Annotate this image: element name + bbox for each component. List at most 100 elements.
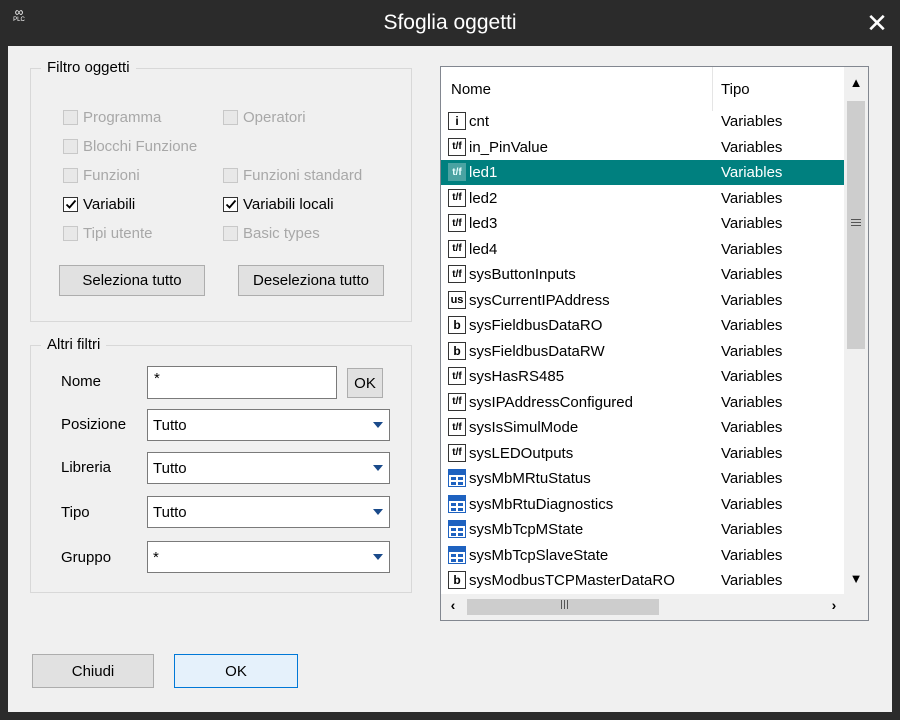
item-name: sysButtonInputs — [469, 266, 576, 283]
checkbox-programma[interactable]: Programma — [63, 107, 161, 127]
list-item[interactable]: b sysModbusTCPMasterDataRO Variables — [441, 568, 844, 593]
boolean-type-icon: t/f — [448, 418, 466, 436]
checkbox-funzioni[interactable]: Funzioni — [63, 165, 140, 185]
list-item[interactable]: t/f sysButtonInputs Variables — [441, 262, 844, 287]
gruppo-select[interactable]: * — [147, 541, 390, 573]
item-name: sysFieldbusDataRO — [469, 317, 603, 334]
list-item[interactable]: t/f in_PinValue Variables — [441, 135, 844, 160]
chevron-down-icon — [373, 554, 383, 560]
select-all-button[interactable]: Seleziona tutto — [59, 265, 205, 296]
list-item[interactable]: b sysFieldbusDataRW Variables — [441, 339, 844, 364]
gruppo-label: Gruppo — [61, 549, 112, 566]
tipo-select[interactable]: Tutto — [147, 496, 390, 528]
boolean-type-icon: t/f — [448, 443, 466, 462]
nome-ok-button[interactable]: OK — [347, 368, 383, 398]
item-type: Variables — [721, 240, 783, 258]
struct-type-icon — [448, 494, 466, 513]
checkbox-box[interactable] — [63, 167, 78, 183]
scroll-right-icon[interactable]: › — [824, 597, 844, 613]
horizontal-scrollbar[interactable]: ‹ › — [441, 594, 844, 620]
item-type: Variables — [721, 419, 783, 436]
column-header-nome[interactable]: Nome — [451, 81, 491, 98]
checkbox-basic-types[interactable]: Basic types — [223, 223, 320, 243]
list-header: Nome Tipo — [441, 67, 844, 111]
item-type: Variables — [721, 164, 783, 181]
checkbox-box[interactable] — [63, 109, 78, 125]
libreria-label: Libreria — [61, 459, 112, 476]
checkmark-icon — [225, 199, 236, 209]
checkbox-box[interactable] — [223, 196, 238, 212]
boolean-type-icon: t/f — [448, 367, 466, 385]
posizione-label: Posizione — [61, 416, 127, 433]
posizione-select[interactable]: Tutto — [147, 409, 390, 441]
checkbox-variabili-locali[interactable]: Variabili locali — [223, 194, 334, 214]
list-item[interactable]: sysMbTcpSlaveState Variables — [441, 543, 844, 568]
altri-filtri-group: Altri filtri Nome * OK Posizione Tutto L… — [30, 336, 412, 593]
list-item[interactable]: t/f sysLEDOutputs Variables — [441, 441, 844, 466]
column-header-tipo[interactable]: Tipo — [721, 81, 750, 98]
ok-button[interactable]: OK — [174, 654, 298, 688]
checkbox-box[interactable] — [223, 109, 238, 125]
list-item[interactable]: t/f led4 Variables — [441, 237, 844, 262]
item-type: Variables — [721, 444, 783, 462]
boolean-type-icon: t/f — [448, 392, 466, 411]
list-item[interactable]: us sysCurrentIPAddress Variables — [441, 288, 844, 313]
list-item[interactable]: sysMbRtuDiagnostics Variables — [441, 492, 844, 517]
checkbox-box[interactable] — [63, 138, 78, 154]
nome-input[interactable]: * — [147, 366, 337, 399]
checkbox-label: Programma — [83, 108, 162, 126]
checkbox-box[interactable] — [223, 225, 238, 241]
checkbox-funzioni-standard[interactable]: Funzioni standard — [223, 165, 362, 185]
list-item[interactable]: t/f led1 Variables — [441, 160, 844, 185]
item-name: in_PinValue — [469, 138, 548, 156]
checkbox-label: Blocchi Funzione — [83, 137, 198, 155]
boolean-type-icon: t/f — [448, 163, 466, 181]
item-name: sysMbRtuDiagnostics — [469, 495, 614, 513]
gruppo-value: * — [153, 549, 159, 566]
item-type: Variables — [721, 317, 783, 334]
checkbox-box[interactable] — [63, 225, 78, 241]
column-separator[interactable] — [712, 67, 713, 111]
item-type: Variables — [721, 138, 783, 156]
item-name: sysMbTcpMState — [469, 521, 584, 538]
checkbox-blocchi-funzione[interactable]: Blocchi Funzione — [63, 136, 197, 156]
byte-type-icon: b — [448, 341, 466, 360]
objects-list[interactable]: Nome Tipo i cnt Variables t/f in_PinValue Var… — [440, 66, 869, 621]
list-item[interactable]: i cnt Variables — [441, 109, 844, 134]
title-bar: ∞ PLC Sfoglia oggetti ✕ — [0, 0, 900, 46]
item-type: Variables — [721, 291, 783, 309]
checkbox-operatori[interactable]: Operatori — [223, 107, 306, 127]
list-item[interactable]: t/f sysHasRS485 Variables — [441, 364, 844, 389]
libreria-select[interactable]: Tutto — [147, 452, 390, 484]
tipo-value: Tutto — [153, 504, 187, 521]
libreria-value: Tutto — [153, 460, 187, 477]
list-item[interactable]: sysMbTcpMState Variables — [441, 517, 844, 542]
checkbox-tipi-utente[interactable]: Tipi utente — [63, 223, 153, 243]
item-type: Variables — [721, 546, 783, 564]
vertical-scrollbar[interactable]: ▲ ▼ — [844, 67, 868, 595]
altri-filtri-title: Altri filtri — [41, 336, 107, 353]
list-item[interactable]: t/f sysIPAddressConfigured Variables — [441, 390, 844, 415]
scroll-up-icon[interactable]: ▲ — [844, 75, 868, 97]
item-type: Variables — [721, 521, 783, 538]
list-item[interactable]: b sysFieldbusDataRO Variables — [441, 313, 844, 338]
window-title: Sfoglia oggetti — [383, 11, 517, 34]
scroll-grip-icon — [851, 219, 861, 228]
checkbox-box[interactable] — [63, 196, 78, 212]
struct-type-icon — [448, 469, 466, 487]
list-item[interactable]: t/f sysIsSimulMode Variables — [441, 415, 844, 440]
item-type: Variables — [721, 470, 783, 487]
close-button[interactable]: Chiudi — [32, 654, 154, 688]
checkmark-icon — [65, 199, 76, 209]
deselect-all-button[interactable]: Deseleziona tutto — [238, 265, 384, 296]
close-icon[interactable]: ✕ — [854, 0, 900, 46]
chevron-down-icon — [373, 509, 383, 515]
tipo-label: Tipo — [61, 504, 90, 521]
list-item[interactable]: t/f led2 Variables — [441, 186, 844, 211]
checkbox-variabili[interactable]: Variabili — [63, 194, 135, 214]
list-item[interactable]: sysMbMRtuStatus Variables — [441, 466, 844, 491]
list-item[interactable]: t/f led3 Variables — [441, 211, 844, 236]
scroll-down-icon[interactable]: ▼ — [844, 571, 868, 593]
checkbox-box[interactable] — [223, 167, 238, 183]
scroll-left-icon[interactable]: ‹ — [443, 597, 463, 613]
